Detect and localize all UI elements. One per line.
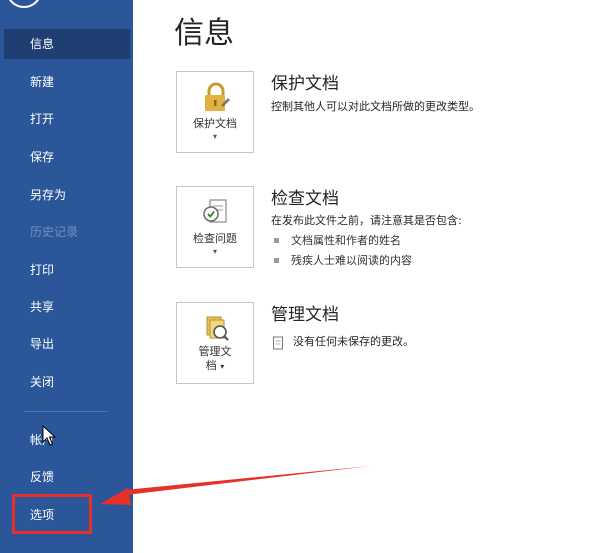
protect-document-button[interactable]: 保护文档 ▾ [176,71,254,153]
inspect-bullet-item: 文档属性和作者的姓名 [274,233,401,249]
backstage-sidebar: 信息 新建 打开 保存 另存为 历史记录 打印 共享 导出 关闭 帐户 反馈 选… [0,0,133,553]
protect-document-description: 控制其他人可以对此文档所做的更改类型。 [271,100,480,113]
sidebar-item-save-as[interactable]: 另存为 [4,180,130,210]
inspect-document-title: 检查文档 [271,189,339,209]
back-arrow-icon[interactable] [6,0,42,8]
sidebar-divider [24,411,107,412]
check-issues-label: 检查问题 [193,232,237,245]
sidebar-item-export[interactable]: 导出 [4,329,130,359]
manage-document-title: 管理文档 [271,305,339,325]
sidebar-item-print[interactable]: 打印 [4,255,130,285]
chevron-down-icon: ▾ [212,132,217,141]
sidebar-item-new[interactable]: 新建 [4,67,130,97]
sidebar-item-info[interactable]: 信息 [4,29,130,59]
sidebar-item-share[interactable]: 共享 [4,292,130,322]
check-issues-button[interactable]: 检查问题 ▾ [176,186,254,268]
manage-document-button[interactable]: 管理文 档 ▾ [176,302,254,384]
chevron-down-icon: ▾ [212,247,217,256]
document-icon [273,336,283,350]
sidebar-item-save[interactable]: 保存 [4,142,130,172]
page-title: 信息 [174,16,234,51]
lock-icon [205,82,230,111]
bullet-icon [274,257,279,263]
sidebar-item-close[interactable]: 关闭 [4,367,130,397]
bullet-text: 文档属性和作者的姓名 [291,234,401,247]
manage-document-icon [206,316,229,341]
protect-document-label: 保护文档 [193,117,237,130]
mouse-cursor-icon [42,425,56,446]
inspect-document-icon [203,199,227,223]
chevron-down-icon: ▾ [220,362,225,371]
protect-document-title: 保护文档 [271,74,339,94]
bullet-icon [274,237,279,243]
manage-document-note: 没有任何未保存的更改。 [293,335,414,348]
manage-document-label: 管理文 [198,345,232,358]
annotation-highlight-box [12,494,92,534]
inspect-document-description: 在发布此文件之前，请注意其是否包含: [271,214,462,227]
sidebar-item-history: 历史记录 [30,225,79,239]
inspect-bullet-item: 残疾人士难以阅读的内容 [274,253,412,269]
sidebar-item-open[interactable]: 打开 [4,104,130,134]
bullet-text: 残疾人士难以阅读的内容 [291,254,412,267]
sidebar-item-feedback[interactable]: 反馈 [4,462,130,492]
manage-document-label-line2: 档 ▾ [205,359,225,372]
sidebar-item-account[interactable]: 帐户 [4,425,130,455]
